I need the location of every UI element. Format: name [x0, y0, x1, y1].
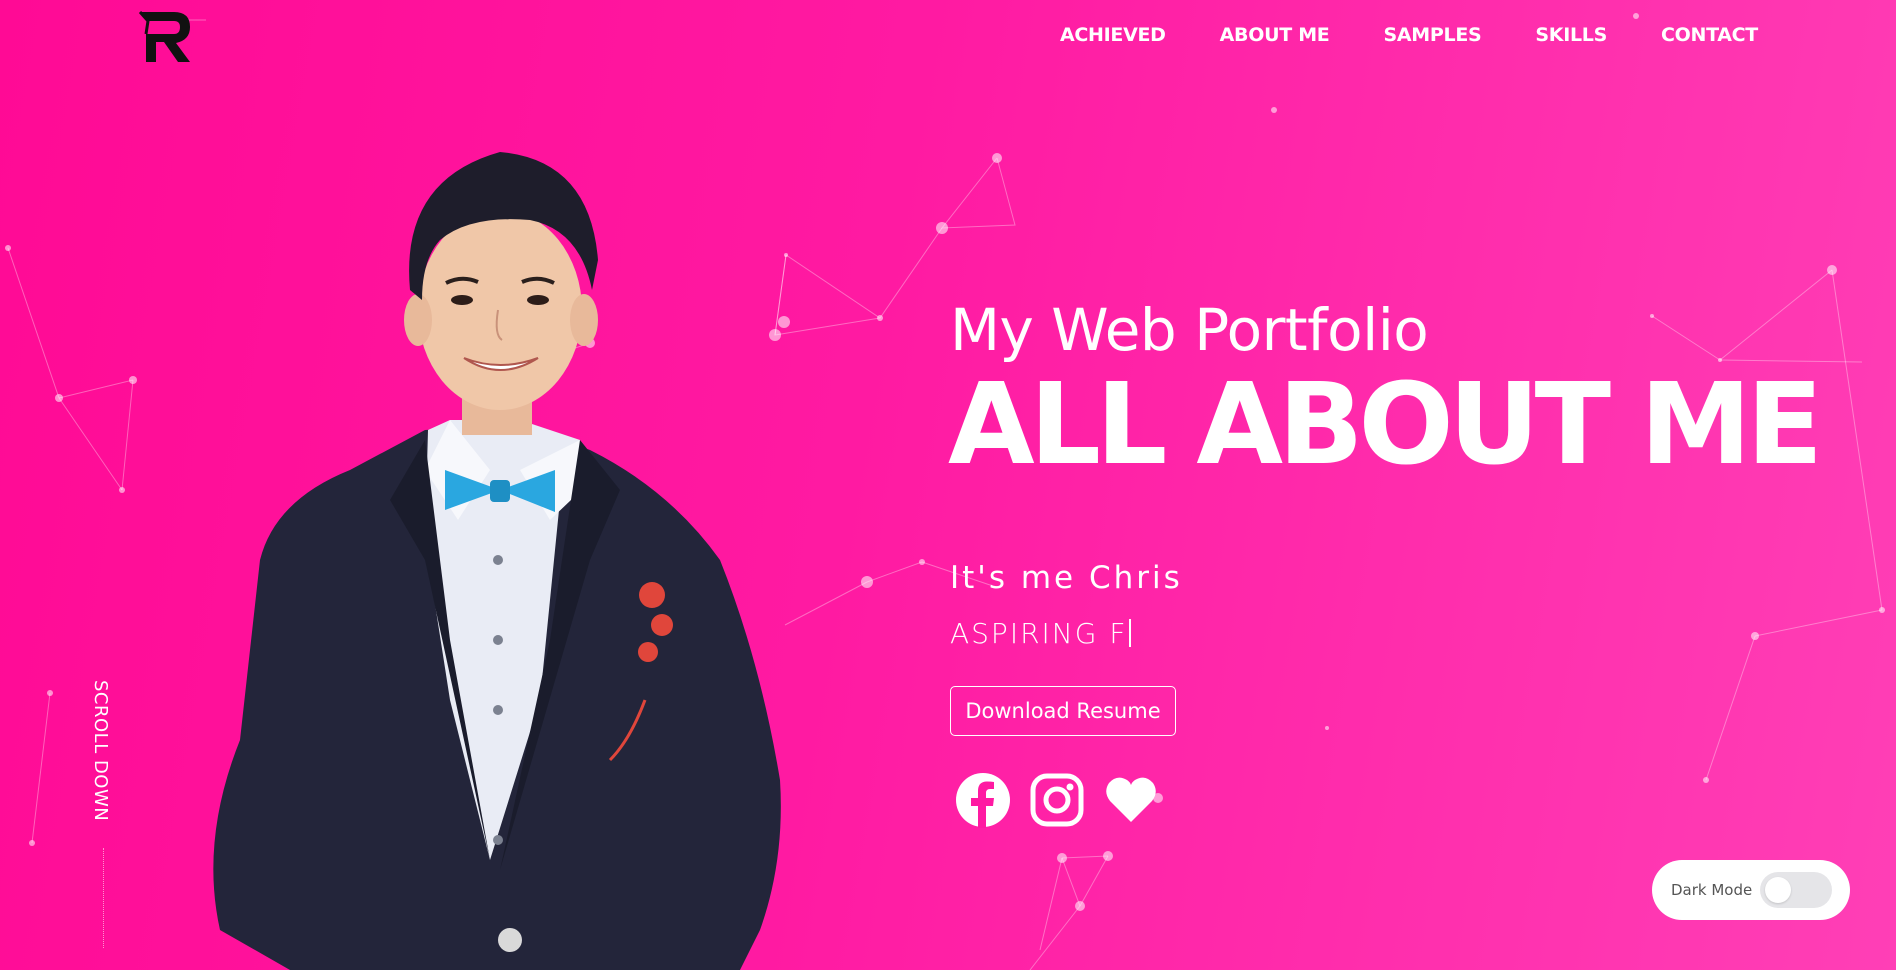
r-logo-icon[interactable]: [138, 10, 198, 66]
hero-title: ALL ABOUT ME: [948, 360, 1823, 490]
nav-achieved[interactable]: ACHIEVED: [1060, 24, 1166, 46]
download-resume-button[interactable]: Download Resume: [950, 686, 1176, 736]
heart-icon[interactable]: [1103, 772, 1159, 830]
hero-greeting: It's me Chris: [950, 560, 1183, 596]
scroll-down-label: SCROLL DOWN: [90, 680, 111, 822]
profile-photo: [213, 152, 781, 970]
instagram-icon[interactable]: [1029, 772, 1085, 830]
scroll-down-indicator[interactable]: SCROLL DOWN: [90, 680, 120, 948]
nav-about-me[interactable]: ABOUT ME: [1220, 24, 1330, 46]
nav-skills[interactable]: SKILLS: [1535, 24, 1607, 46]
typing-caret: [1129, 619, 1132, 647]
typing-text-value: ASPIRING F: [950, 617, 1128, 650]
dark-mode-label: Dark Mode: [1671, 881, 1753, 899]
typing-text: ASPIRING F: [950, 617, 1132, 650]
main-nav: ACHIEVED ABOUT ME SAMPLES SKILLS CONTACT: [1060, 24, 1758, 46]
hero-subtitle: My Web Portfolio: [950, 296, 1429, 364]
facebook-icon[interactable]: [955, 772, 1011, 830]
toggle-knob: [1765, 877, 1791, 903]
scroll-down-line: [103, 848, 104, 948]
dark-mode-widget: Dark Mode: [1652, 860, 1850, 920]
nav-contact[interactable]: CONTACT: [1661, 24, 1758, 46]
dark-mode-toggle[interactable]: [1760, 872, 1832, 908]
social-links: [955, 772, 1159, 830]
nav-samples[interactable]: SAMPLES: [1383, 24, 1481, 46]
